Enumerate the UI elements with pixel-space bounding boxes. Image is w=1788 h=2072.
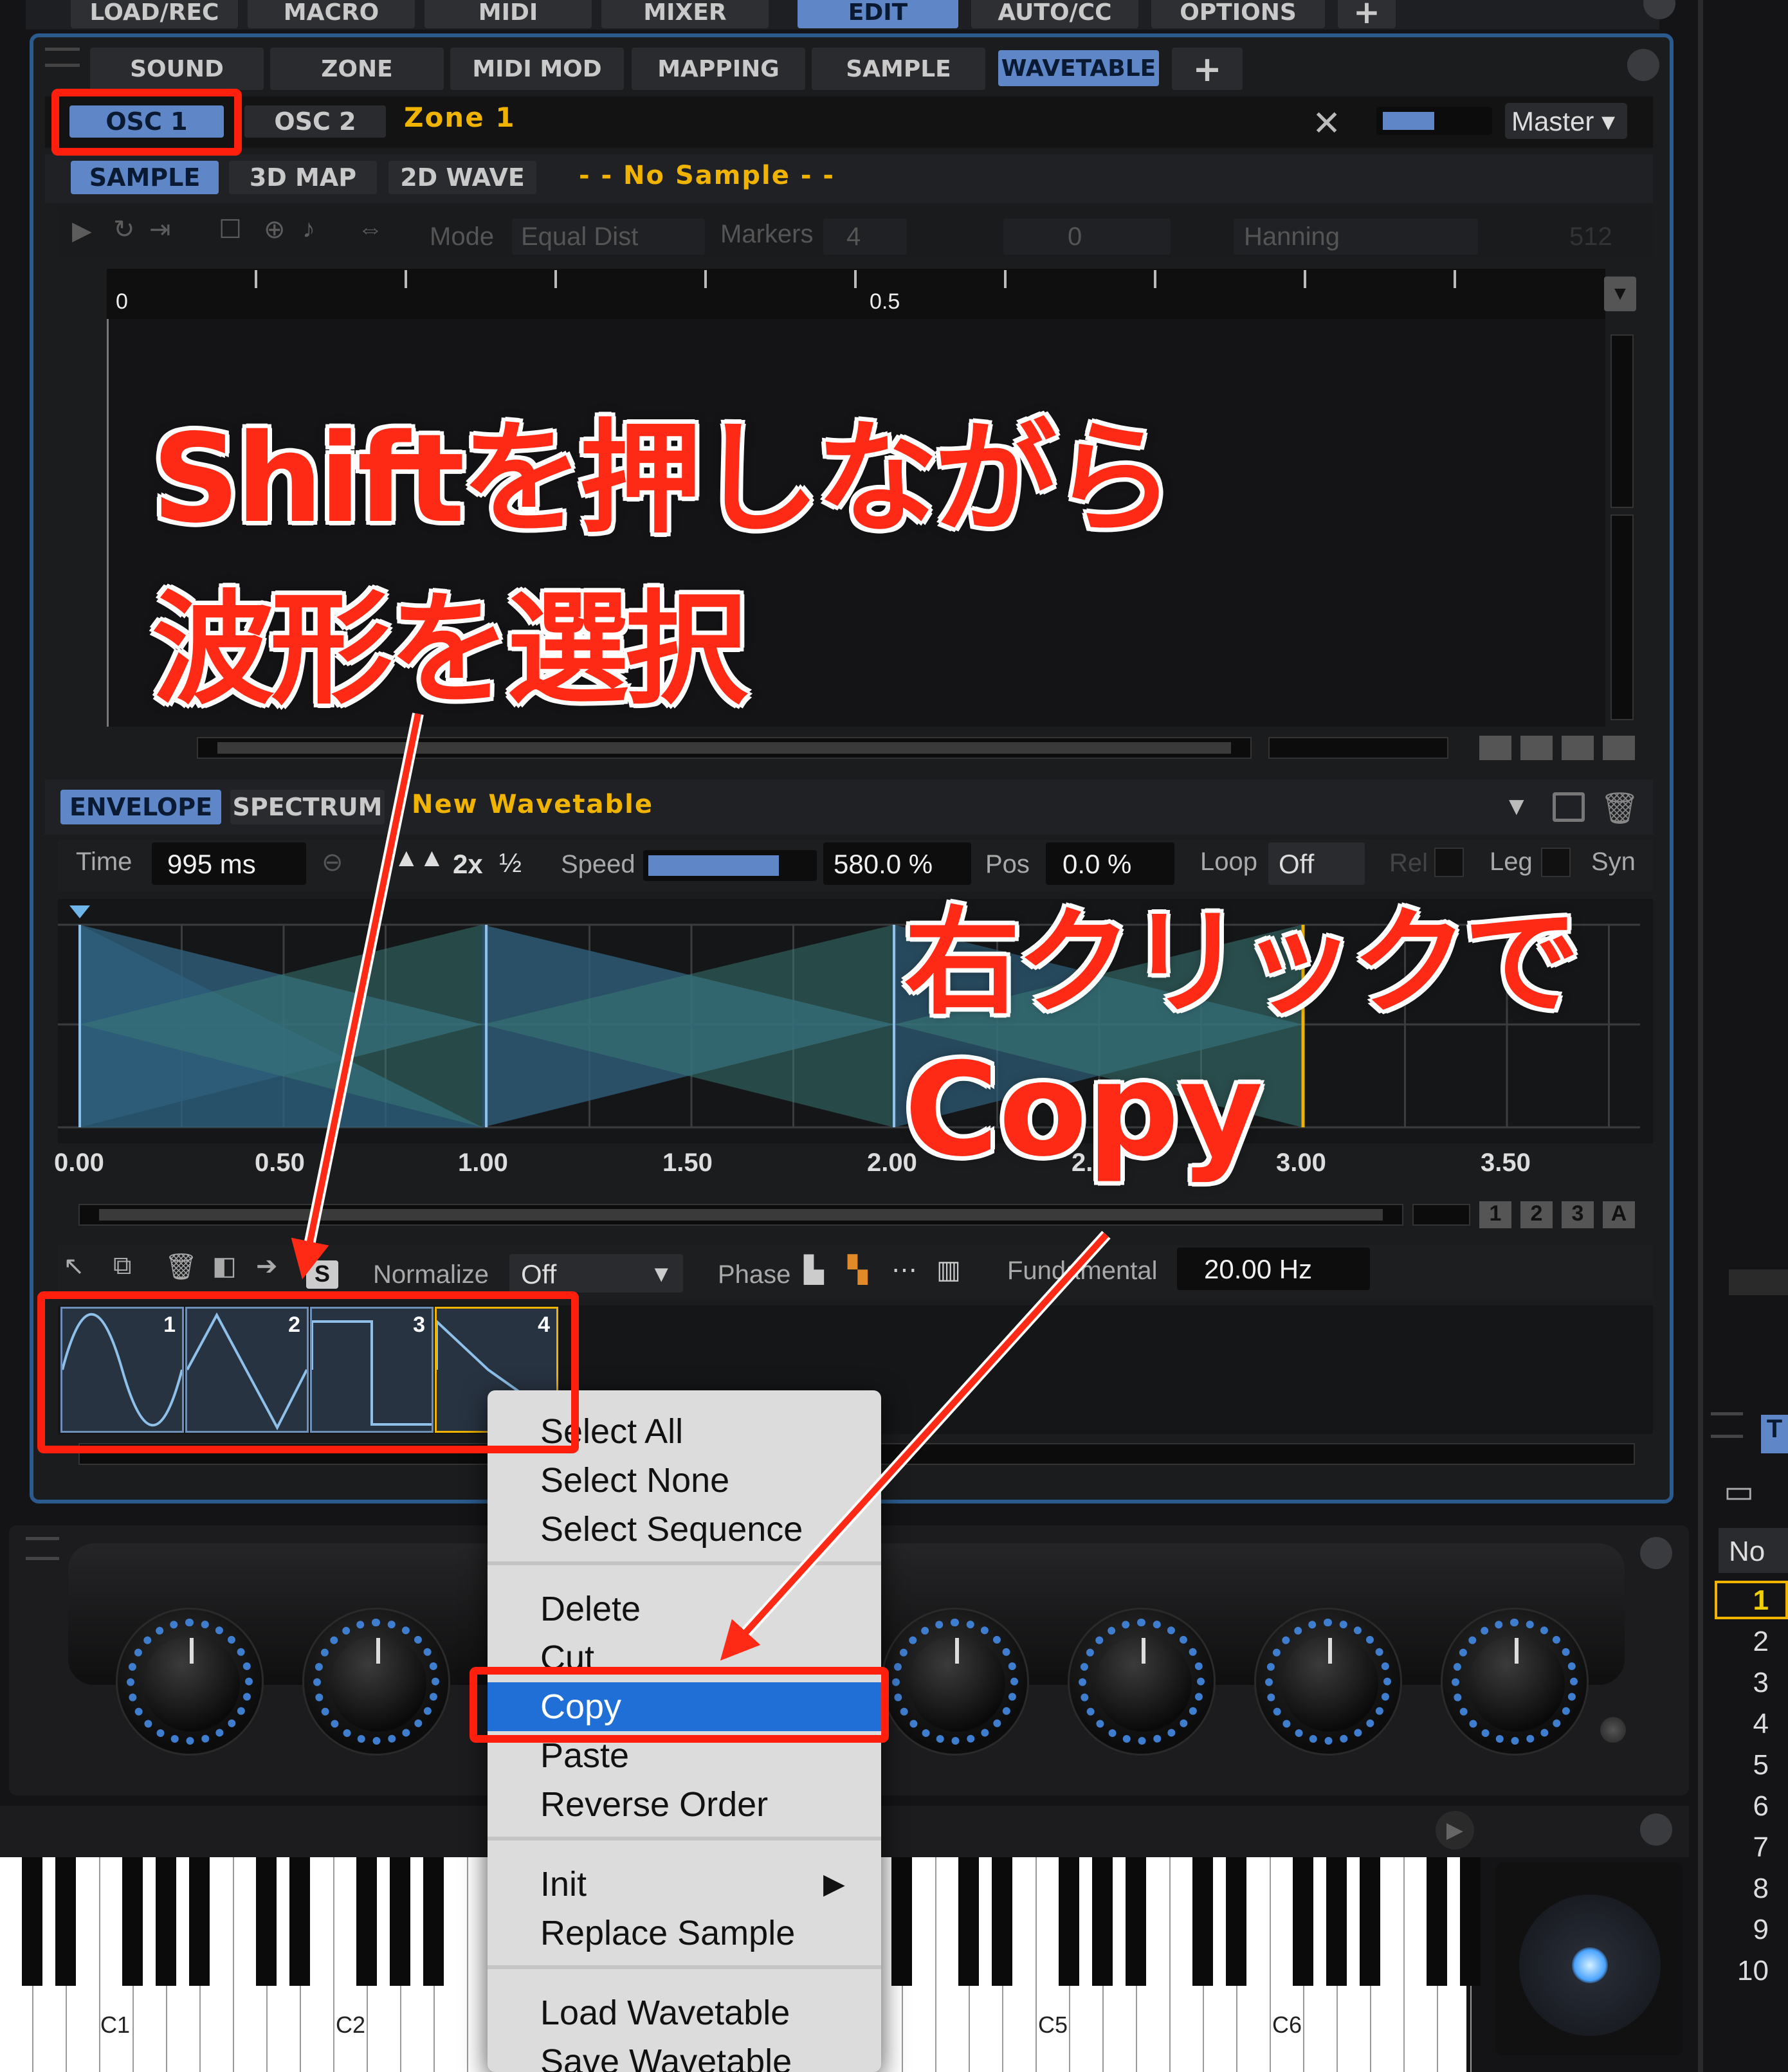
annotation-line-4: Copy — [904, 1035, 1263, 1185]
annotation-line-3: 右クリックで — [904, 896, 1580, 1030]
annotation-line-1: Shiftを押しながら — [152, 408, 1175, 550]
annotation-line-2: 波形を選択 — [152, 579, 747, 721]
annotation-arrows — [291, 713, 1111, 1661]
